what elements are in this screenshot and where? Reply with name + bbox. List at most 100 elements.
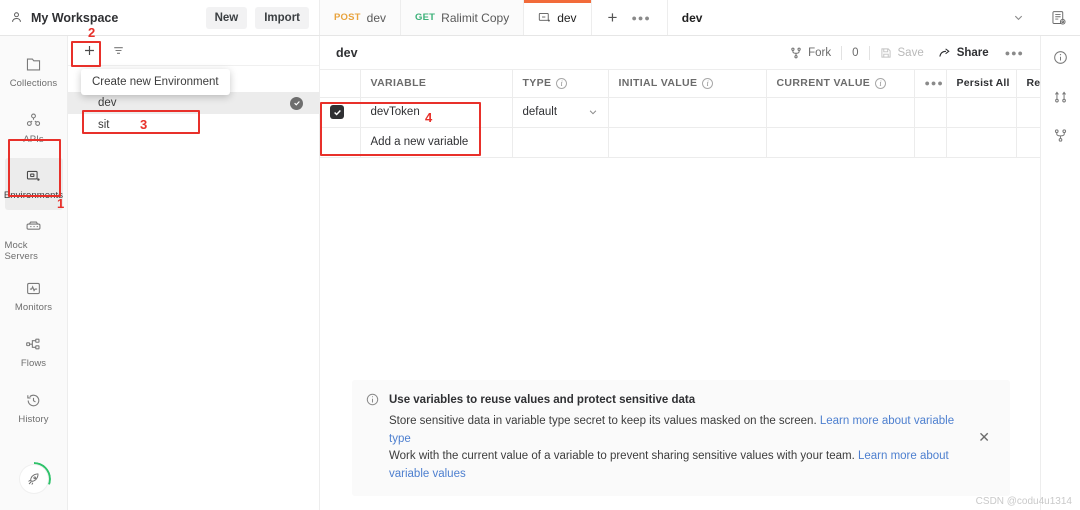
variables-table-container: VARIABLE TYPE i INITIAL VALUE i CURRENT … (320, 70, 1040, 510)
table-row-new[interactable]: Add a new variable (320, 127, 1040, 158)
sidebar-item-apis[interactable]: APIs (5, 102, 63, 154)
sidebar-item-mock-servers[interactable]: Mock Servers (5, 214, 63, 266)
collections-icon (25, 56, 42, 73)
sidebar-bottom (16, 462, 51, 496)
column-label: TYPE (522, 77, 552, 90)
column-header-reset-all[interactable]: Reset All (1016, 70, 1041, 98)
new-row-checkbox-cell (320, 127, 361, 158)
info-icon (366, 393, 379, 406)
new-row-initial-cell[interactable] (608, 127, 767, 158)
column-header-variable: VARIABLE (360, 70, 513, 98)
sidebar-item-label: Collections (9, 77, 58, 89)
column-header-type: TYPE i (512, 70, 609, 98)
row-reset-cell[interactable] (1016, 97, 1040, 128)
sidebar-item-history[interactable]: History (5, 382, 63, 434)
column-header-current-value: CURRENT VALUE i (766, 70, 915, 98)
history-icon (25, 392, 42, 409)
sidebar-item-label: Monitors (14, 301, 53, 313)
rocket-progress-button[interactable] (16, 462, 51, 496)
fork-label: Fork (808, 46, 832, 59)
environment-quick-look-icon[interactable] (1038, 0, 1080, 35)
fork-icon (790, 47, 802, 59)
new-tab-button[interactable]: + (608, 9, 618, 26)
share-button[interactable]: Share (938, 46, 989, 59)
reset-all-button[interactable]: Reset All (1027, 77, 1041, 89)
watermark: CSDN @codu4u1314 (975, 496, 1072, 507)
divider (868, 45, 870, 60)
info-circle-icon[interactable] (1053, 50, 1068, 65)
row-checkbox[interactable] (330, 105, 344, 119)
column-header-select-all[interactable] (320, 70, 361, 98)
check-circle-icon[interactable] (290, 96, 303, 110)
info-icon[interactable]: i (556, 77, 568, 89)
info-icon[interactable]: i (702, 77, 714, 89)
new-variable-input[interactable]: Add a new variable (360, 127, 513, 158)
environment-name: dev (98, 97, 117, 109)
current-value-cell[interactable] (766, 97, 915, 128)
app-body: Collections APIs Environments Mock Serve… (0, 36, 1080, 510)
tab-method-badge: GET (415, 12, 436, 23)
table-more-button[interactable]: ●●● (925, 78, 944, 88)
pull-request-icon[interactable] (1053, 89, 1068, 104)
variable-type-value: default (522, 106, 558, 118)
create-new-environment-button[interactable] (76, 40, 102, 62)
table-row[interactable]: devToken default (320, 97, 1040, 128)
info-banner-line-1-text: Store sensitive data in variable type se… (389, 414, 820, 427)
info-icon[interactable]: i (875, 77, 887, 89)
row-persist-cell[interactable] (946, 97, 1017, 128)
tab-post-dev[interactable]: POST dev (320, 0, 402, 35)
tab-bar-more-button[interactable]: ●●● (631, 13, 650, 23)
mock-servers-icon (25, 218, 42, 235)
environment-selector-value: dev (681, 10, 703, 25)
filter-icon[interactable] (106, 40, 130, 62)
environments-toolbar (68, 36, 319, 66)
workspace-title: My Workspace (31, 10, 119, 25)
sidebar-item-monitors[interactable]: Monitors (5, 270, 63, 322)
info-banner: Use variables to reuse values and protec… (352, 379, 1010, 496)
environment-selector[interactable]: dev (667, 0, 1038, 35)
close-icon[interactable]: ✕ (972, 429, 996, 446)
sidebar-item-environments[interactable]: Environments (4, 158, 63, 210)
new-button[interactable]: New (205, 6, 248, 29)
row-checkbox-cell[interactable] (320, 97, 361, 128)
tab-label: Ralimit Copy (441, 10, 510, 25)
initial-value-cell[interactable] (608, 97, 767, 128)
sidebar-item-flows[interactable]: Flows (5, 326, 63, 378)
new-row-current-cell[interactable] (766, 127, 915, 158)
environment-list-item-sit[interactable]: sit (68, 114, 319, 136)
tab-environment-dev[interactable]: dev (524, 0, 592, 35)
column-label: CURRENT VALUE (776, 77, 871, 90)
main-more-button[interactable]: ●●● (1005, 48, 1024, 58)
column-header-more[interactable]: ●●● (914, 70, 947, 98)
new-row-type-cell[interactable] (512, 127, 609, 158)
sidebar-item-label: APIs (23, 133, 44, 145)
share-icon (938, 46, 951, 59)
new-row-reset-cell (1016, 127, 1040, 158)
import-button[interactable]: Import (255, 6, 309, 29)
save-label: Save (897, 46, 924, 59)
share-label: Share (956, 46, 989, 59)
column-header-persist-all[interactable]: Persist All (946, 70, 1017, 98)
divider (841, 45, 843, 60)
tab-bar-actions: + ●●● (591, 0, 668, 35)
info-banner-line-1: Store sensitive data in variable type se… (389, 413, 962, 449)
monitors-icon (25, 280, 42, 297)
tab-get-ralimit-copy[interactable]: GET Ralimit Copy (401, 0, 525, 35)
sidebar-item-label: History (18, 413, 49, 425)
row-more-cell[interactable] (914, 97, 947, 128)
save-button[interactable]: Save (880, 47, 924, 59)
persist-all-button[interactable]: Persist All (957, 77, 1010, 89)
column-label: VARIABLE (370, 77, 427, 90)
variable-type-cell[interactable]: default (512, 97, 609, 128)
environment-list-item-dev[interactable]: dev (68, 92, 319, 114)
variable-name-cell[interactable]: devToken (360, 97, 513, 128)
info-banner-body: Use variables to reuse values and protec… (389, 392, 962, 484)
fork-button[interactable]: Fork (790, 47, 831, 59)
chevron-down-icon[interactable] (588, 107, 598, 117)
fork-icon[interactable] (1053, 128, 1068, 143)
environments-panel: Create new Environment dev sit (68, 36, 320, 510)
new-row-persist-cell (946, 127, 1017, 158)
sidebar-item-collections[interactable]: Collections (5, 46, 63, 98)
right-sidebar-rail (1040, 36, 1080, 510)
save-icon (880, 47, 892, 59)
